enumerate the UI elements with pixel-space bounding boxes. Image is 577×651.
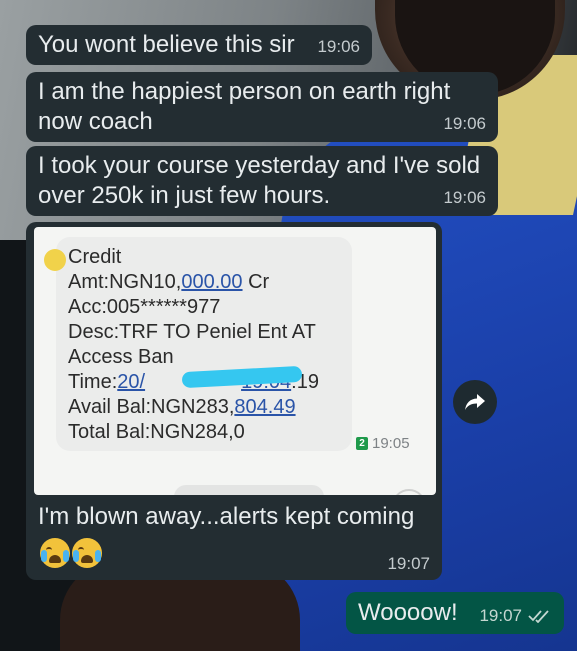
- message-text: You wont believe this sir: [38, 31, 295, 58]
- read-ticks-icon: [528, 610, 549, 623]
- contact-dot-icon: [44, 249, 66, 271]
- sms-line: Access Ban: [68, 346, 174, 368]
- forward-button[interactable]: [453, 380, 497, 424]
- incoming-message[interactable]: You wont believe this sir 19:06: [26, 25, 372, 65]
- next-message-peek: [174, 485, 324, 495]
- incoming-message[interactable]: I took your course yesterday and I've so…: [26, 146, 498, 216]
- sms-line: Credit: [68, 246, 122, 268]
- sms-line: Amt:NGN10,000.00 Cr: [68, 271, 270, 293]
- sms-time: 19:05: [372, 435, 410, 452]
- sms-line: Avail Bal:NGN283,804.49: [68, 396, 296, 418]
- sms-link: 804.49: [234, 396, 296, 418]
- peek-circle-icon: [392, 489, 426, 495]
- message-time: 19:07: [479, 606, 522, 625]
- image-caption: I'm blown away...alerts kept coming: [38, 503, 415, 530]
- message-time: 19:06: [317, 37, 360, 56]
- message-text: I am the happiest person on earth right …: [38, 78, 451, 135]
- sms-line: Total Bal:NGN284,0: [68, 421, 245, 443]
- message-meta: 19:07: [479, 606, 550, 626]
- sms-link: 000.00: [181, 271, 243, 293]
- message-time: 19:06: [443, 188, 486, 207]
- crying-face-icon: [40, 538, 70, 568]
- incoming-image-message[interactable]: Credit Amt:NGN10,000.00 Cr Acc:005******…: [26, 222, 442, 580]
- outgoing-message[interactable]: Woooow! 19:07: [346, 592, 564, 634]
- emoji-row: [40, 538, 102, 568]
- sms-meta: 2 19:05: [356, 435, 410, 452]
- sms-bubble: Credit Amt:NGN10,000.00 Cr Acc:005******…: [44, 237, 352, 451]
- crying-face-icon: [72, 538, 102, 568]
- message-time: 19:07: [387, 554, 430, 573]
- message-time: 19:06: [443, 114, 486, 133]
- sms-line: Acc:005******977: [68, 296, 221, 318]
- incoming-message[interactable]: I am the happiest person on earth right …: [26, 72, 498, 142]
- sms-screenshot-image[interactable]: Credit Amt:NGN10,000.00 Cr Acc:005******…: [34, 227, 436, 495]
- sim-card-icon: 2: [356, 437, 368, 450]
- sms-line: Desc:TRF TO Peniel Ent AT: [68, 321, 316, 343]
- message-text: I took your course yesterday and I've so…: [38, 152, 481, 209]
- forward-arrow-icon: [465, 394, 485, 410]
